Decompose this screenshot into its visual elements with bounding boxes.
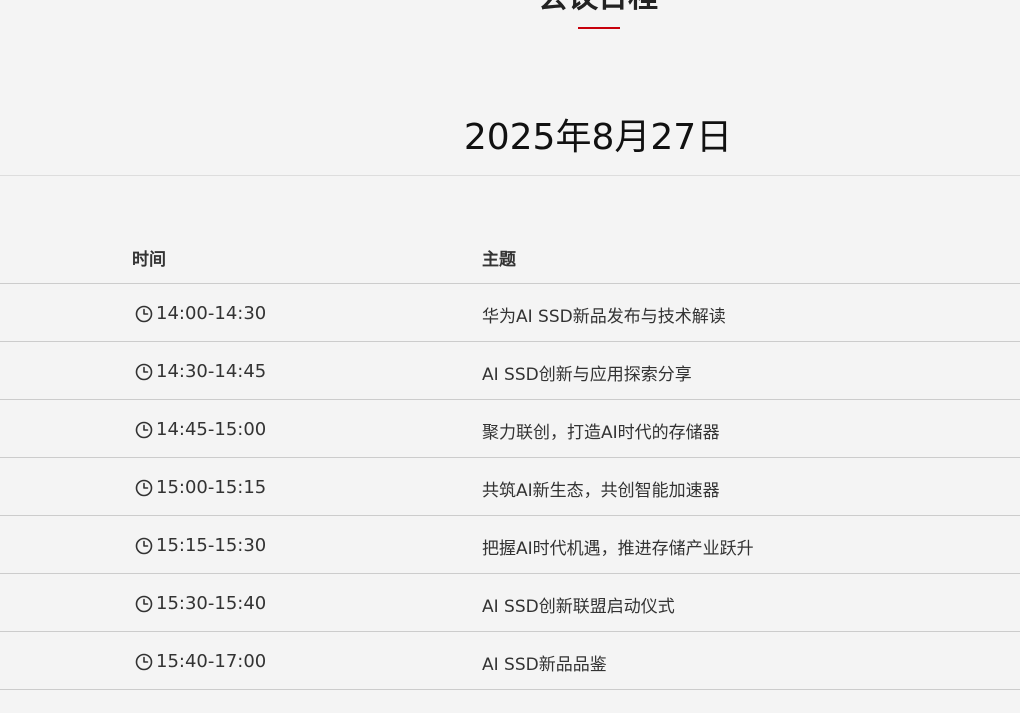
topic-column-header: 主题 — [482, 250, 516, 270]
clock-icon — [135, 363, 153, 381]
clock-icon — [135, 421, 153, 439]
time-cell: 15:40-17:00 — [135, 651, 266, 673]
time-cell: 15:15-15:30 — [135, 535, 266, 557]
topic-text: AI SSD创新与应用探索分享 — [482, 365, 692, 385]
time-cell: 14:45-15:00 — [135, 419, 266, 441]
clock-icon — [135, 595, 153, 613]
time-column-header: 时间 — [132, 250, 166, 270]
schedule-row: 14:30-14:45 AI SSD创新与应用探索分享 — [0, 342, 1020, 400]
date-heading: 2025年8月27日 — [463, 117, 733, 158]
topic-text: AI SSD创新联盟启动仪式 — [482, 597, 675, 617]
schedule-row: 15:40-17:00 AI SSD新品品鉴 — [0, 632, 1020, 690]
time-range: 15:40-17:00 — [156, 651, 267, 672]
time-range: 15:30-15:40 — [156, 593, 267, 614]
schedule-row: 15:30-15:40 AI SSD创新联盟启动仪式 — [0, 574, 1020, 632]
section-title: 会议日程 — [0, 0, 1020, 18]
time-range: 15:15-15:30 — [156, 535, 267, 556]
time-cell: 15:00-15:15 — [135, 477, 266, 499]
time-cell: 14:30-14:45 — [135, 361, 266, 383]
time-range: 14:00-14:30 — [156, 303, 267, 324]
schedule-row: 15:00-15:15 共筑AI新生态，共创智能加速器 — [0, 458, 1020, 516]
schedule-table: 时间 主题 14:00-14:30 华为AI SSD新品发布与技术解读 14:3… — [0, 236, 1020, 690]
clock-icon — [135, 653, 153, 671]
topic-text: AI SSD新品品鉴 — [482, 655, 607, 675]
topic-text: 把握AI时代机遇，推进存储产业跃升 — [482, 539, 754, 559]
time-range: 15:00-15:15 — [156, 477, 267, 498]
time-range: 14:45-15:00 — [156, 419, 267, 440]
time-range: 14:30-14:45 — [156, 361, 267, 382]
title-underline — [578, 27, 620, 29]
topic-text: 聚力联创，打造AI时代的存储器 — [482, 423, 720, 443]
topic-text: 共筑AI新生态，共创智能加速器 — [482, 481, 720, 501]
clock-icon — [135, 537, 153, 555]
schedule-header-row: 时间 主题 — [0, 236, 1020, 284]
schedule-row: 14:45-15:00 聚力联创，打造AI时代的存储器 — [0, 400, 1020, 458]
schedule-row: 14:00-14:30 华为AI SSD新品发布与技术解读 — [0, 284, 1020, 342]
clock-icon — [135, 479, 153, 497]
time-cell: 14:00-14:30 — [135, 303, 266, 325]
topic-text: 华为AI SSD新品发布与技术解读 — [482, 307, 726, 327]
schedule-row: 15:15-15:30 把握AI时代机遇，推进存储产业跃升 — [0, 516, 1020, 574]
clock-icon — [135, 305, 153, 323]
date-divider — [0, 175, 1020, 176]
time-cell: 15:30-15:40 — [135, 593, 266, 615]
